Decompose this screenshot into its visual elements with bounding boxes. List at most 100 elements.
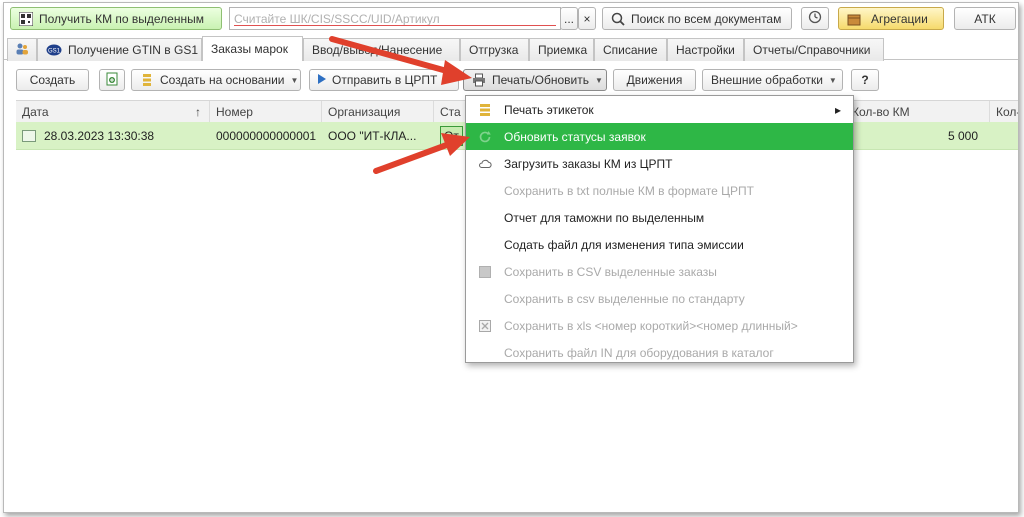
scan-input[interactable]: Считайте ШК/CIS/SSCC/UID/Артикул <box>229 7 561 30</box>
menu-item-save-csv[interactable]: Сохранить в CSV выделенные заказы <box>466 258 853 285</box>
scan-placeholder: Считайте ШК/CIS/SSCC/UID/Артикул <box>234 12 440 26</box>
menu-item-label: Сохранить в CSV выделенные заказы <box>504 264 717 279</box>
cell-org-text: ООО "ИТ-КЛА... <box>328 128 417 143</box>
column-number[interactable]: Номер <box>210 101 322 123</box>
tab-writeoff[interactable]: Списание <box>594 38 667 61</box>
help-label: ? <box>861 73 869 87</box>
stack-icon <box>140 73 154 87</box>
create-based-button[interactable]: Создать на основании ▼ <box>131 69 301 91</box>
svg-text:GS1: GS1 <box>48 49 61 55</box>
send-crpt-button[interactable]: Отправить в ЦРПТ <box>309 69 459 91</box>
column-count-2[interactable]: Кол-в <box>990 101 1018 123</box>
add-file-button[interactable] <box>99 69 125 91</box>
tab-label: Приемка <box>538 43 588 57</box>
menu-item-load-orders[interactable]: Загрузить заказы КМ из ЦРПТ <box>466 150 853 177</box>
menu-item-customs-report[interactable]: Отчет для таможни по выделенным <box>466 204 853 231</box>
cloud-icon <box>478 157 492 171</box>
cell-status-text: От <box>440 125 463 146</box>
get-km-button[interactable]: Получить КМ по выделенным <box>10 7 222 30</box>
scan-clear-button[interactable]: × <box>578 7 596 30</box>
tab-orders[interactable]: Заказы марок <box>202 36 303 61</box>
column-label: Кол-в <box>996 105 1018 119</box>
column-organization[interactable]: Организация <box>322 101 434 123</box>
get-km-label: Получить КМ по выделенным <box>39 11 204 26</box>
csv-icon <box>478 265 492 279</box>
document-icon <box>22 129 36 142</box>
cell-org: ООО "ИТ-КЛА... <box>322 122 434 149</box>
column-label: Дата <box>22 105 49 119</box>
help-button[interactable]: ? <box>851 69 879 91</box>
search-all-button[interactable]: Поиск по всем документам <box>602 7 792 30</box>
chevron-down-icon: ▼ <box>828 75 837 85</box>
menu-item-label: Содать файл для изменения типа эмиссии <box>504 237 744 252</box>
column-label: Организация <box>328 105 401 119</box>
tab-settings[interactable]: Настройки <box>667 38 744 61</box>
print-refresh-menu: Печать этикеток ▸ Обновить статусы заяво… <box>465 95 854 363</box>
external-processing-button[interactable]: Внешние обработки ▼ <box>702 69 843 91</box>
movements-button[interactable]: Движения <box>613 69 696 91</box>
menu-item-save-csv-standard[interactable]: Сохранить в csv выделенные по стандарту <box>466 285 853 312</box>
qr-code-icon <box>18 11 34 26</box>
menu-item-label: Сохранить в txt полные КМ в формате ЦРПТ <box>504 183 754 198</box>
tab-input-output[interactable]: Ввод/вывод/Нанесение <box>303 38 460 61</box>
sort-arrow-icon: ↑ <box>195 105 201 119</box>
column-date[interactable]: Дата ↑ <box>16 101 210 123</box>
menu-item-print-labels[interactable]: Печать этикеток ▸ <box>466 96 853 123</box>
tab-shipment[interactable]: Отгрузка <box>460 38 529 61</box>
menu-item-refresh-statuses[interactable]: Обновить статусы заявок <box>466 123 853 150</box>
users-icon <box>15 42 29 59</box>
cell-number-text: 000000000000001 <box>216 128 317 143</box>
tab-gtin[interactable]: GS1 Получение GTIN в GS1 <box>37 38 202 61</box>
tab-users[interactable] <box>7 38 37 61</box>
column-km-count[interactable]: Кол-во КМ <box>846 101 990 123</box>
submenu-arrow-icon: ▸ <box>834 102 841 117</box>
gs1-icon: GS1 <box>46 44 62 56</box>
atk-button[interactable]: АТК <box>954 7 1016 30</box>
tab-receiving[interactable]: Приемка <box>529 38 594 61</box>
tab-label: Получение GTIN в GS1 <box>68 43 199 57</box>
excel-icon <box>478 319 492 333</box>
history-icon <box>808 10 822 27</box>
atk-label: АТК <box>974 11 996 26</box>
printer-icon <box>472 73 486 87</box>
scan-more-button[interactable]: ... <box>560 7 578 30</box>
input-underline <box>234 25 556 26</box>
menu-item-emission-file[interactable]: Содать файл для изменения типа эмиссии <box>466 231 853 258</box>
chevron-down-icon: ▼ <box>290 75 299 85</box>
print-refresh-button[interactable]: Печать/Обновить ▼ <box>463 69 607 91</box>
movements-label: Движения <box>626 73 683 87</box>
tab-label: Заказы марок <box>211 42 288 56</box>
cell-number: 000000000000001 <box>210 122 322 149</box>
search-all-label: Поиск по всем документам <box>631 11 782 26</box>
menu-item-label: Загрузить заказы КМ из ЦРПТ <box>504 156 673 171</box>
tab-label: Отчеты/Справочники <box>753 43 871 57</box>
create-based-label: Создать на основании <box>160 73 285 87</box>
tab-label: Списание <box>603 43 658 57</box>
send-crpt-label: Отправить в ЦРПТ <box>332 73 438 87</box>
search-icon <box>611 12 625 26</box>
menu-item-label: Сохранить в xls <номер короткий><номер д… <box>504 318 798 333</box>
column-label: Кол-во КМ <box>852 105 910 119</box>
box-icon <box>847 12 861 26</box>
aggregation-label: Агрегации <box>871 11 928 26</box>
history-button[interactable] <box>801 7 829 30</box>
column-label: Номер <box>216 105 253 119</box>
tab-reports[interactable]: Отчеты/Справочники <box>744 38 884 61</box>
create-label: Создать <box>29 73 76 87</box>
menu-item-label: Отчет для таможни по выделенным <box>504 210 705 225</box>
menu-item-save-xls[interactable]: Сохранить в xls <номер короткий><номер д… <box>466 312 853 339</box>
create-button[interactable]: Создать <box>16 69 89 91</box>
cell-date: 28.03.2023 13:30:38 <box>16 122 210 149</box>
print-refresh-label: Печать/Обновить <box>492 73 589 87</box>
menu-item-save-txt[interactable]: Сохранить в txt полные КМ в формате ЦРПТ <box>466 177 853 204</box>
aggregation-button[interactable]: Агрегации <box>838 7 944 30</box>
menu-item-label: Сохранить в csv выделенные по стандарту <box>504 291 745 306</box>
stack-icon <box>478 103 492 117</box>
column-label: Ста <box>440 105 461 119</box>
menu-item-label: Обновить статусы заявок <box>504 129 646 144</box>
external-label: Внешние обработки <box>711 73 823 87</box>
tab-label: Ввод/вывод/Нанесение <box>312 43 443 57</box>
menu-item-save-in-file[interactable]: Сохранить файл IN для оборудования в кат… <box>466 339 853 366</box>
play-icon <box>318 73 326 87</box>
tab-label: Настройки <box>676 43 735 57</box>
